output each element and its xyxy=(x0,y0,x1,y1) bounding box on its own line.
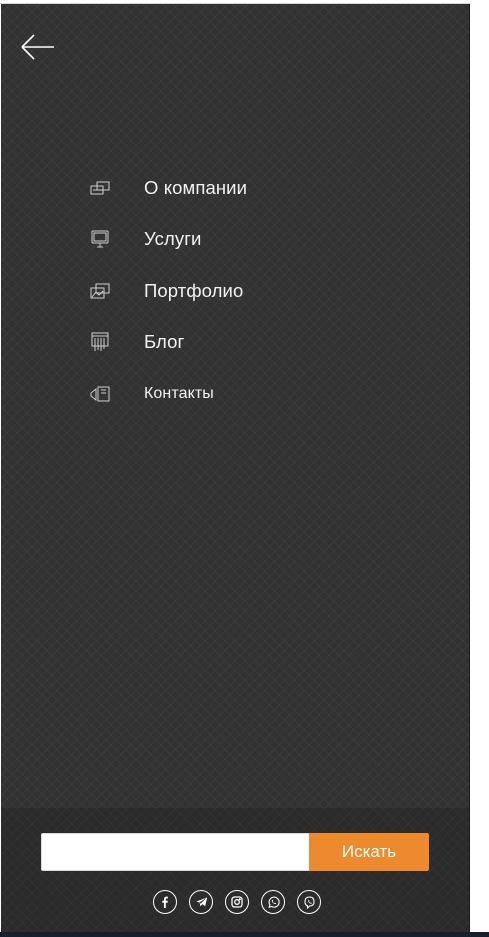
page: О компании Услуги Портфолио Блог Контакт… xyxy=(0,0,489,937)
menu-label-company: О компании xyxy=(144,176,248,198)
menu-label-blog: Блог xyxy=(144,331,185,353)
facebook-icon[interactable] xyxy=(153,890,177,914)
menu-item-portfolio[interactable]: Портфолио xyxy=(89,265,429,317)
menu-item-contacts[interactable]: Контакты xyxy=(89,368,429,420)
search-input[interactable] xyxy=(41,833,309,871)
menu-item-services[interactable]: Услуги xyxy=(89,214,429,266)
company-icon xyxy=(89,177,111,199)
portfolio-icon xyxy=(89,280,111,302)
blog-icon xyxy=(89,331,111,353)
contacts-icon xyxy=(89,383,111,405)
back-button[interactable] xyxy=(19,32,57,62)
whatsapp-icon[interactable] xyxy=(261,890,285,914)
menu-footer: Искать xyxy=(1,808,469,932)
side-menu-panel: О компании Услуги Портфолио Блог Контакт… xyxy=(1,4,470,932)
arrow-left-icon xyxy=(21,34,54,60)
instagram-icon[interactable] xyxy=(225,890,249,914)
social-links xyxy=(153,890,321,914)
menu-label-contacts: Контакты xyxy=(144,384,214,402)
search-form: Искать xyxy=(41,833,429,871)
menu-item-company[interactable]: О компании xyxy=(89,162,429,214)
menu-item-blog[interactable]: Блог xyxy=(89,317,429,369)
search-button[interactable]: Искать xyxy=(309,833,429,871)
bottom-bar xyxy=(0,932,489,937)
main-menu: О компании Услуги Портфолио Блог Контакт… xyxy=(89,162,429,420)
menu-label-services: Услуги xyxy=(144,228,202,250)
telegram-icon[interactable] xyxy=(189,890,213,914)
viber-icon[interactable] xyxy=(297,890,321,914)
services-icon xyxy=(89,228,111,250)
menu-label-portfolio: Портфолио xyxy=(144,279,244,301)
